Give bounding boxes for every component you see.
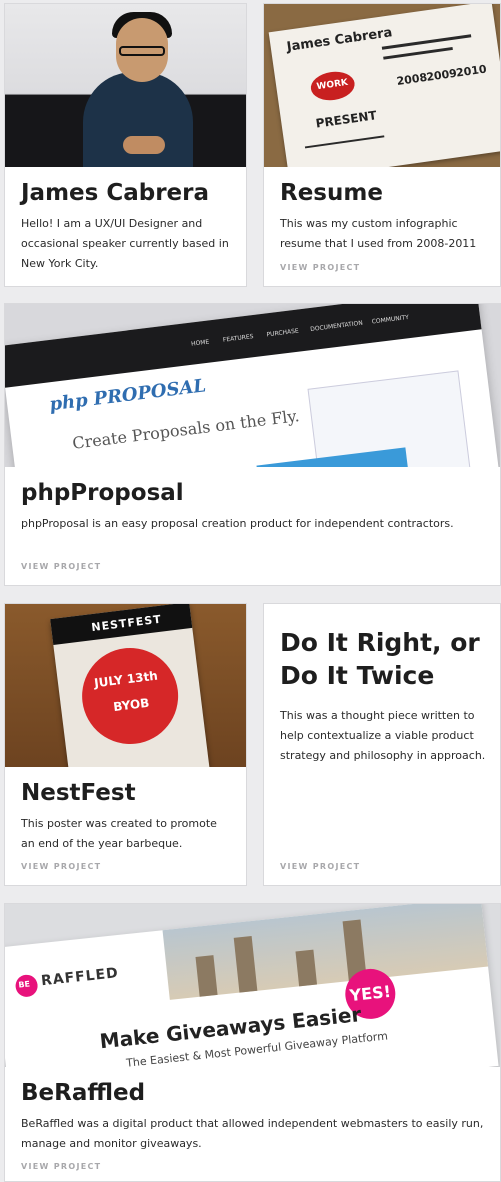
phpproposal-view-project-link[interactable]: VIEW PROJECT [21, 562, 101, 571]
nestfest-title[interactable]: NestFest [21, 780, 136, 806]
profile-bio: Hello! I am a UX/UI Designer and occasio… [21, 217, 229, 270]
beraffled-view-project-link[interactable]: VIEW PROJECT [21, 1162, 101, 1171]
nestfest-thumbnail[interactable]: NESTFEST JULY 13th BYOB [5, 604, 246, 767]
profile-photo [5, 4, 246, 167]
phpproposal-description: phpProposal is an easy proposal creation… [21, 517, 454, 530]
beraffled-thumbnail[interactable]: BE RAFFLED YES! Make Giveaways Easier Th… [5, 904, 500, 1067]
nestfest-view-project-link[interactable]: VIEW PROJECT [21, 862, 101, 871]
project-card-beraffled[interactable]: BE RAFFLED YES! Make Giveaways Easier Th… [4, 903, 501, 1182]
phpproposal-thumbnail[interactable]: HOME FEATURES PURCHASE DOCUMENTATION COM… [5, 304, 500, 467]
resume-title[interactable]: Resume [280, 180, 383, 206]
resume-thumbnail[interactable]: James Cabrera WORK PRESENT 2008 2009 201… [264, 4, 500, 167]
project-card-nestfest[interactable]: NESTFEST JULY 13th BYOB NestFest This po… [4, 603, 247, 886]
profile-card: James Cabrera Hello! I am a UX/UI Design… [4, 3, 247, 287]
phpproposal-title[interactable]: phpProposal [21, 480, 184, 506]
beraffled-description: BeRaffled was a digital product that all… [21, 1117, 484, 1150]
project-card-phpproposal[interactable]: HOME FEATURES PURCHASE DOCUMENTATION COM… [4, 303, 501, 586]
project-card-resume[interactable]: James Cabrera WORK PRESENT 2008 2009 201… [263, 3, 501, 287]
do-it-right-view-project-link[interactable]: VIEW PROJECT [280, 862, 360, 871]
profile-name: James Cabrera [21, 180, 210, 206]
do-it-right-title[interactable]: Do It Right, or Do It Twice [280, 626, 490, 692]
beraffled-title[interactable]: BeRaffled [21, 1080, 145, 1106]
project-card-do-it-right[interactable]: Do It Right, or Do It Twice This was a t… [263, 603, 501, 886]
nestfest-description: This poster was created to promote an en… [21, 817, 217, 850]
resume-view-project-link[interactable]: VIEW PROJECT [280, 263, 360, 272]
resume-description: This was my custom infographic resume th… [280, 217, 477, 250]
do-it-right-description: This was a thought piece written to help… [280, 709, 486, 762]
